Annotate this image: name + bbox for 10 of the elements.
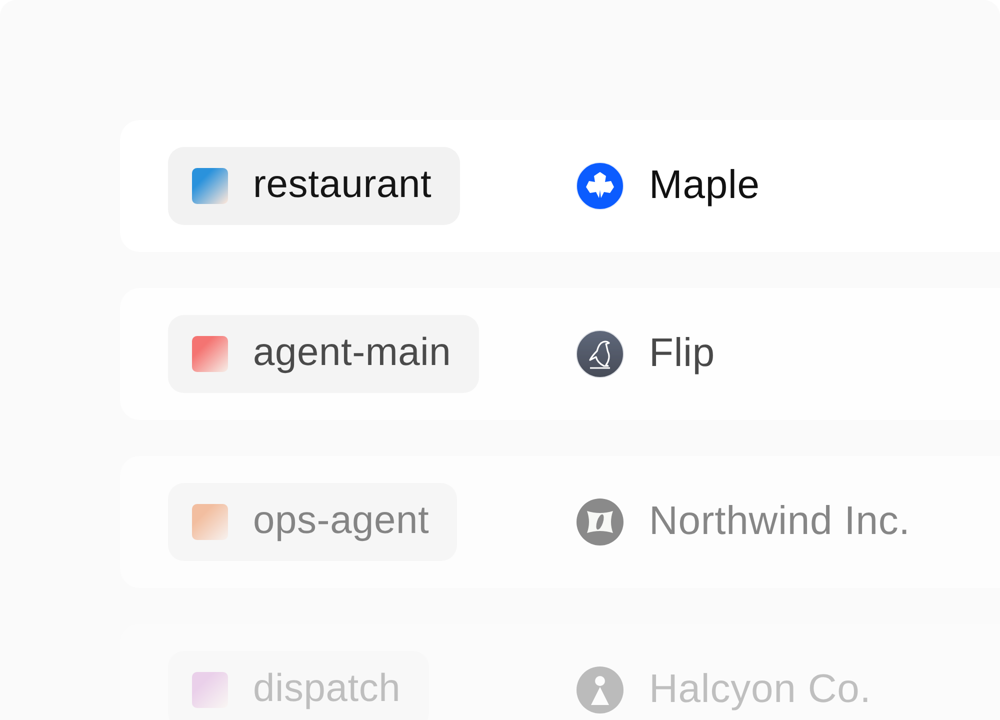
penguin-logo-icon <box>576 330 624 378</box>
agent-name: agent-main <box>253 332 452 376</box>
company-name: Maple <box>649 165 760 207</box>
keyhole-logo-icon <box>576 666 624 714</box>
company-name: Flip <box>649 333 716 375</box>
company-name: Northwind Inc. <box>649 501 910 543</box>
knot-logo-icon <box>576 498 624 546</box>
agent-name: ops-agent <box>253 500 430 544</box>
agent-name: restaurant <box>253 164 432 208</box>
leaf-logo-icon <box>576 162 624 210</box>
